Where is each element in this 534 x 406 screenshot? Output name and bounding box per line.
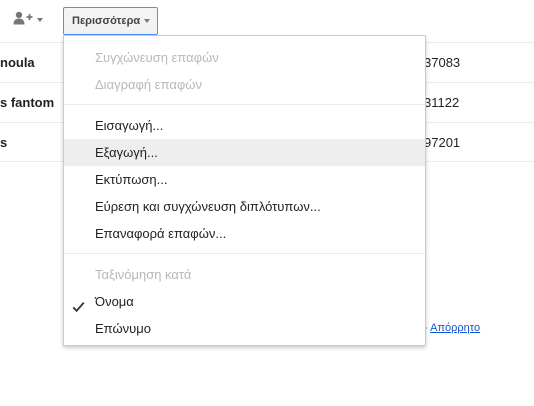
menu-item-print[interactable]: Εκτύπωση... <box>64 166 425 193</box>
chevron-down-icon <box>37 18 43 22</box>
menu-item-sort-first-name[interactable]: Όνομα <box>64 288 425 315</box>
menu-item-find-duplicates[interactable]: Εύρεση και συγχώνευση διπλότυπων... <box>64 193 425 220</box>
menu-item-label: Επώνυμο <box>95 321 151 336</box>
add-to-group-button[interactable] <box>3 7 53 33</box>
menu-item-label: Όνομα <box>95 294 134 309</box>
menu-item-import[interactable]: Εισαγωγή... <box>64 112 425 139</box>
menu-item-restore-contacts[interactable]: Επαναφορά επαφών... <box>64 220 425 247</box>
person-add-icon <box>13 11 33 30</box>
privacy-link[interactable]: Απόρρητο <box>430 322 480 334</box>
contacts-page: Περισσότερα noula 37083 s fantom 31122 s… <box>0 0 534 406</box>
menu-item-delete-contacts[interactable]: Διαγραφή επαφών <box>64 71 425 98</box>
menu-item-sort-last-name[interactable]: Επώνυμο <box>64 315 425 342</box>
chevron-down-icon <box>144 19 151 23</box>
footer: - Απόρρητο <box>424 322 480 334</box>
more-button-label: Περισσότερα <box>72 15 141 27</box>
contact-name: s fantom <box>0 95 55 110</box>
more-actions-menu: Συγχώνευση επαφών Διαγραφή επαφών Εισαγω… <box>63 35 426 346</box>
menu-item-export[interactable]: Εξαγωγή... <box>64 139 425 166</box>
contact-name: s <box>0 135 8 150</box>
contact-name: noula <box>0 55 35 70</box>
contact-phone: 97201 <box>424 135 461 150</box>
menu-divider <box>64 253 425 254</box>
menu-item-merge-contacts[interactable]: Συγχώνευση επαφών <box>64 44 425 71</box>
contact-phone: 31122 <box>424 95 460 110</box>
menu-sort-header: Ταξινόμηση κατά <box>95 267 192 282</box>
menu-divider <box>64 104 425 105</box>
contact-phone: 37083 <box>424 55 461 70</box>
more-actions-button[interactable]: Περισσότερα <box>63 7 159 35</box>
